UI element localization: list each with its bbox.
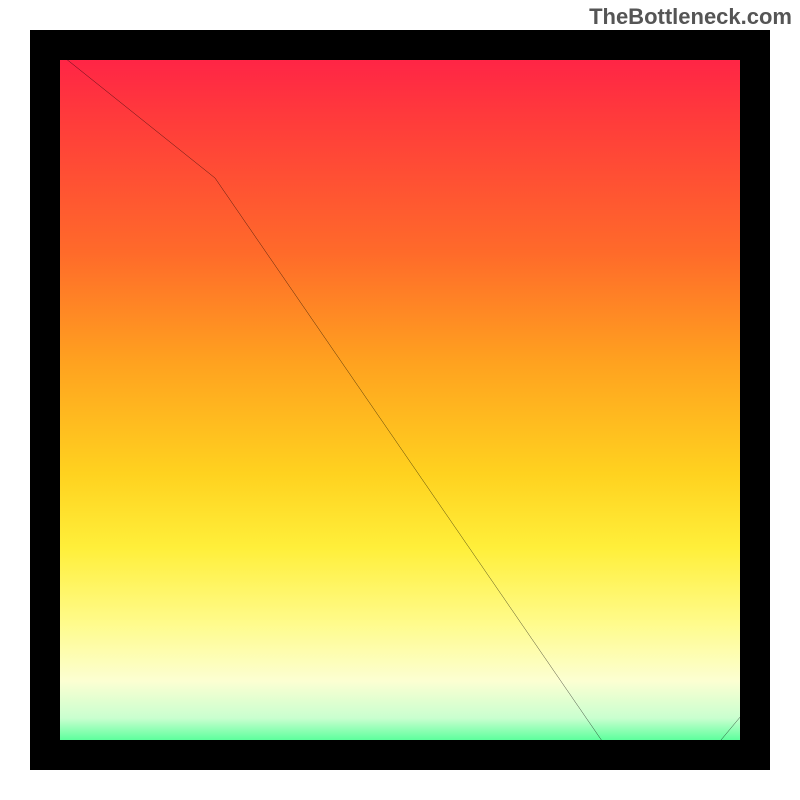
watermark: TheBottleneck.com xyxy=(589,4,792,30)
chart: ••••••••• xyxy=(30,30,770,770)
chart-line-series xyxy=(30,30,770,770)
chart-marker-label: ••••••••• xyxy=(607,757,653,767)
